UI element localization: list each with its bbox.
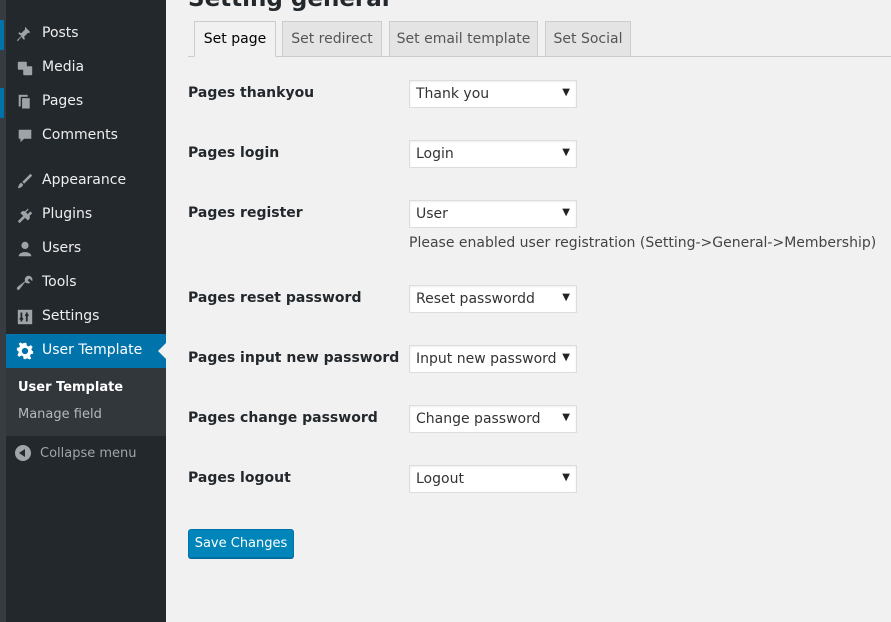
chevron-down-icon: ▼	[562, 472, 570, 483]
tab-set-email-template[interactable]: Set email template	[389, 21, 538, 57]
media-icon	[15, 59, 35, 77]
brush-icon	[15, 172, 35, 190]
pages-login-select[interactable]: Login ▼	[409, 140, 577, 168]
settings-sliders-icon	[15, 308, 35, 326]
sidebar-item-label: Comments	[42, 127, 118, 143]
select-value: Change password	[416, 411, 541, 427]
pages-change-password-select[interactable]: Change password ▼	[409, 405, 577, 433]
user-icon	[15, 240, 35, 258]
comment-icon	[15, 127, 35, 145]
select-value: Thank you	[416, 86, 490, 102]
pages-register-label: Pages register	[188, 205, 303, 221]
registration-note: Please enabled user registration (Settin…	[409, 235, 877, 251]
sidebar-item-appearance[interactable]: Appearance	[6, 164, 166, 198]
sidebar-item-label: Tools	[42, 274, 77, 290]
sidebar-item-tools[interactable]: Tools	[6, 266, 166, 300]
pages-change-password-label: Pages change password	[188, 410, 378, 426]
pages-reset-password-label: Pages reset password	[188, 290, 362, 306]
sidebar-item-label: Plugins	[42, 206, 93, 222]
sidebar-item-comments[interactable]: Comments	[6, 119, 166, 153]
pages-reset-password-select[interactable]: Reset passwordd ▼	[409, 285, 577, 313]
chevron-down-icon: ▼	[562, 87, 570, 98]
pages-icon	[15, 93, 35, 111]
page-title: Setting general	[188, 0, 390, 12]
pages-login-label: Pages login	[188, 145, 280, 161]
pages-thankyou-label: Pages thankyou	[188, 85, 315, 101]
pages-logout-label: Pages logout	[188, 470, 291, 486]
collapse-menu-label: Collapse menu	[40, 445, 137, 461]
plug-icon	[15, 206, 35, 224]
pages-input-new-password-label: Pages input new password	[188, 350, 400, 366]
tab-set-page[interactable]: Set page	[194, 21, 276, 57]
sidebar-item-label: Appearance	[42, 172, 127, 188]
select-value: User	[416, 206, 448, 222]
pages-logout-select[interactable]: Logout ▼	[409, 465, 577, 493]
gear-icon	[15, 342, 35, 360]
pages-thankyou-select[interactable]: Thank you ▼	[409, 80, 577, 108]
sidebar-item-label: Users	[42, 240, 82, 256]
chevron-down-icon: ▼	[562, 352, 570, 363]
chevron-down-icon: ▼	[562, 207, 570, 218]
tab-set-redirect[interactable]: Set redirect	[282, 21, 382, 57]
submenu-item-manage-field[interactable]: Manage field	[18, 407, 102, 422]
pages-input-new-password-select[interactable]: Input new password ▼	[409, 345, 577, 373]
sidebar-item-label: Posts	[42, 25, 79, 41]
sidebar-item-settings[interactable]: Settings	[6, 300, 166, 334]
save-changes-button[interactable]: Save Changes	[188, 529, 294, 558]
sidebar-item-pages[interactable]: Pages	[6, 85, 166, 119]
sidebar-item-label: Settings	[42, 308, 100, 324]
sidebar-item-label: Media	[42, 59, 85, 75]
sidebar-item-label: Pages	[42, 93, 84, 109]
sidebar-item-posts[interactable]: Posts	[6, 17, 166, 51]
select-value: Input new password	[416, 351, 557, 367]
chevron-down-icon: ▼	[562, 412, 570, 423]
wrench-icon	[15, 274, 35, 292]
select-value: Login	[416, 146, 454, 162]
submenu-item-user-template[interactable]: User Template	[18, 380, 123, 395]
chevron-down-icon: ▼	[562, 292, 570, 303]
sidebar-item-label: User Template	[42, 342, 143, 358]
collapse-menu-button[interactable]: Collapse menu	[15, 445, 137, 461]
sidebar-item-media[interactable]: Media	[6, 51, 166, 85]
sidebar-item-user-template[interactable]: User Template	[6, 334, 166, 368]
menu-edge-marker	[0, 20, 4, 50]
select-value: Reset passwordd	[416, 291, 535, 307]
select-value: Logout	[416, 471, 464, 487]
active-menu-arrow	[158, 343, 166, 359]
pages-register-select[interactable]: User ▼	[409, 200, 577, 228]
pin-icon	[15, 25, 35, 43]
collapse-arrow-icon	[15, 445, 31, 461]
sidebar-item-plugins[interactable]: Plugins	[6, 198, 166, 232]
sidebar-item-users[interactable]: Users	[6, 232, 166, 266]
sidebar-submenu: User Template Manage field	[6, 368, 166, 436]
tab-set-social[interactable]: Set Social	[545, 21, 631, 57]
menu-edge-marker	[0, 88, 4, 118]
chevron-down-icon: ▼	[562, 147, 570, 158]
admin-sidebar: Posts Media Pages Comments Appearance Pl…	[6, 0, 166, 622]
